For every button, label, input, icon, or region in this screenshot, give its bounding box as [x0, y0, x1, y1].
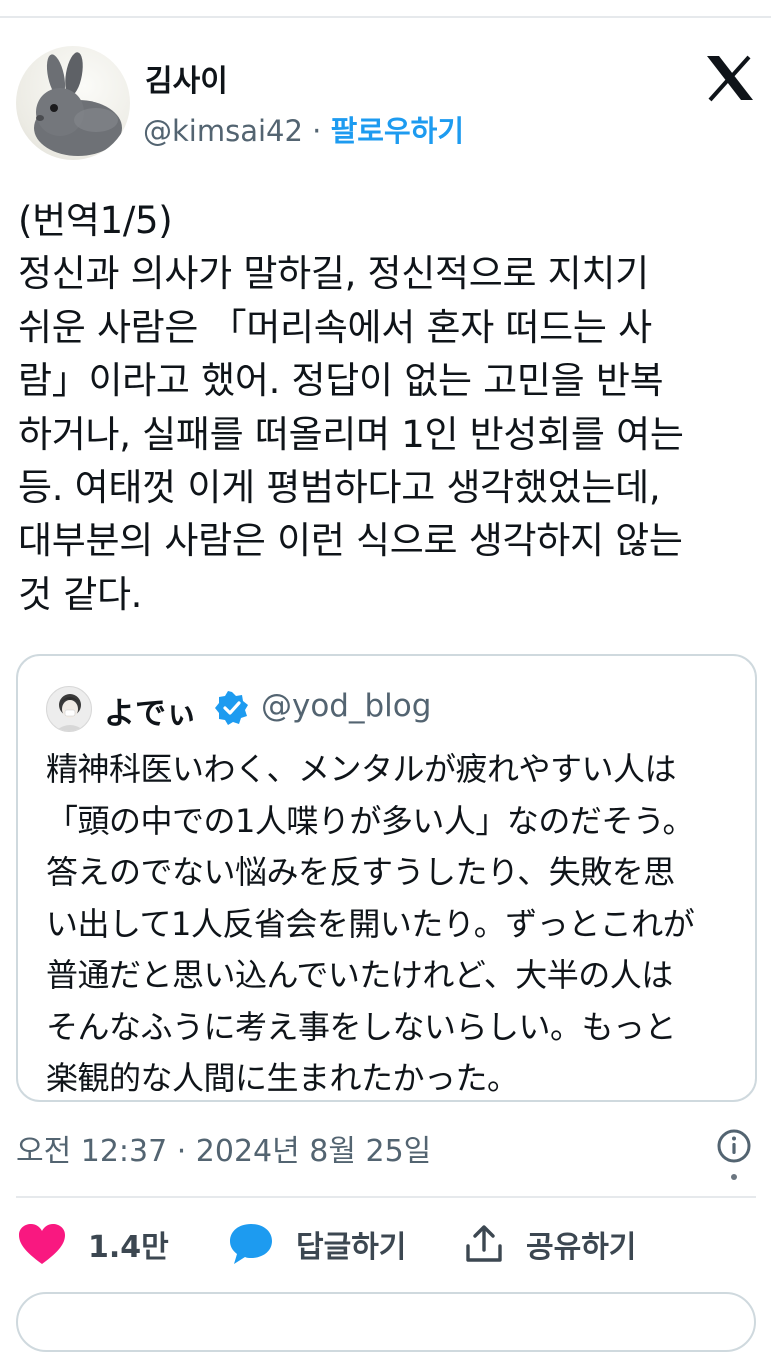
author-meta: @kimsai42 · 팔로우하기	[143, 108, 464, 150]
info-icon[interactable]	[716, 1128, 752, 1164]
heart-icon	[19, 1224, 65, 1264]
author-name[interactable]: 김사이	[145, 56, 228, 100]
tweet-text: (번역1/5) 정신과 의사가 말하길, 정신적으로 지치기 쉬운 사람은 「머…	[18, 199, 684, 616]
author-handle[interactable]: @kimsai42	[143, 114, 303, 148]
quote-text: 精神科医いわく、メンタルが疲れやすい人は 「頭の中での1人喋りが多い人」なのだそ…	[46, 750, 695, 1097]
like-button[interactable]: 1.4만	[18, 1218, 169, 1270]
person-avatar-icon	[55, 694, 85, 731]
actions-divider	[16, 1196, 756, 1198]
x-logo-icon[interactable]	[704, 54, 756, 102]
quote-author-name[interactable]: よでぃ	[104, 688, 197, 733]
reply-prompt-card[interactable]	[16, 1292, 756, 1352]
reply-bubble-icon	[230, 1224, 272, 1264]
bunny-avatar-icon	[34, 52, 122, 156]
top-divider	[0, 16, 771, 18]
like-count: 1.4만	[88, 1230, 169, 1265]
tweet-timestamp[interactable]: 오전 12:37 · 2024년 8월 25일	[16, 1126, 431, 1170]
share-button[interactable]: 공유하기	[464, 1218, 636, 1270]
quote-avatar[interactable]	[46, 686, 92, 732]
info-dot	[731, 1174, 737, 1180]
share-label: 공유하기	[526, 1230, 637, 1265]
avatar[interactable]	[16, 46, 130, 160]
meta-separator: ·	[312, 114, 322, 148]
reply-label: 답글하기	[296, 1230, 407, 1265]
reply-button[interactable]: 답글하기	[228, 1218, 406, 1270]
verified-badge-icon	[215, 691, 248, 725]
quote-card[interactable]: よでぃ @yod_blog 精神科医いわく、メンタルが疲れやすい人は 「頭の中で…	[16, 654, 757, 1102]
quote-author-handle[interactable]: @yod_blog	[261, 688, 431, 724]
follow-button[interactable]: 팔로우하기	[331, 114, 464, 148]
share-icon	[466, 1225, 502, 1262]
